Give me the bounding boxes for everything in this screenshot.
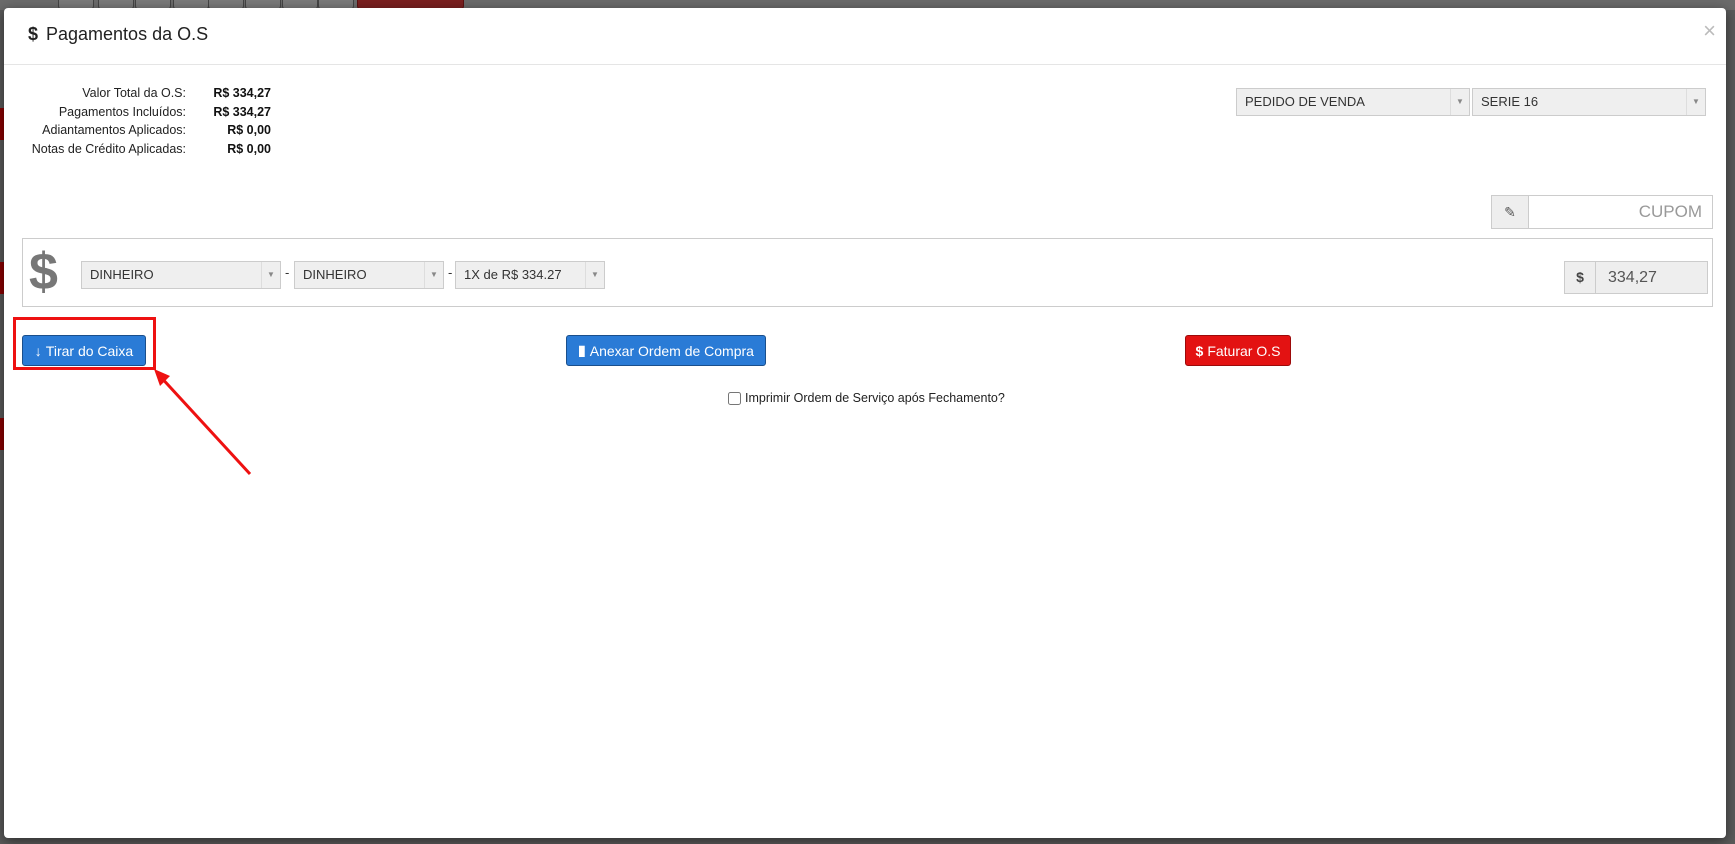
installments-value: 1X de R$ 334.27: [464, 267, 562, 282]
coupon-addon: ✎: [1491, 195, 1529, 229]
chevron-down-icon: ▼: [585, 262, 604, 288]
annotation-arrow-icon: [154, 369, 252, 476]
modal-title-text: Pagamentos da O.S: [46, 24, 209, 44]
payments-modal: $ Pagamentos da O.S × Valor Total da O.S…: [4, 8, 1726, 838]
currency-icon: $: [29, 243, 58, 301]
modal-title: $ Pagamentos da O.S: [28, 24, 208, 45]
payment-summary: Valor Total da O.S: R$ 334,27 Pagamentos…: [18, 84, 271, 158]
installments-select[interactable]: 1X de R$ 334.27 ▼: [455, 261, 605, 289]
separator: -: [285, 265, 290, 280]
file-icon: ▮: [578, 342, 586, 358]
chevron-down-icon: ▼: [1450, 89, 1469, 115]
summary-label: Notas de Crédito Aplicadas:: [31, 141, 186, 156]
series-value: SERIE 16: [1481, 94, 1539, 109]
payment-method-select[interactable]: DINHEIRO ▼: [81, 261, 281, 289]
coupon-input[interactable]: [1529, 195, 1713, 229]
dollar-icon: $: [28, 24, 39, 44]
summary-row: Valor Total da O.S: R$ 334,27: [18, 84, 271, 103]
modal-header: $ Pagamentos da O.S ×: [4, 8, 1726, 65]
payment-row: $ DINHEIRO ▼ - DINHEIRO ▼ - 1X de R$ 334…: [22, 238, 1713, 307]
summary-value: R$ 334,27: [213, 104, 271, 119]
print-after-close-option[interactable]: Imprimir Ordem de Serviço após Fechament…: [728, 391, 1005, 405]
print-after-close-label: Imprimir Ordem de Serviço após Fechament…: [745, 391, 1005, 405]
chevron-down-icon: ▼: [261, 262, 280, 288]
series-select[interactable]: SERIE 16 ▼: [1472, 88, 1706, 116]
summary-row: Notas de Crédito Aplicadas: R$ 0,00: [18, 140, 271, 159]
summary-label: Adiantamentos Aplicados:: [42, 123, 186, 137]
dollar-icon: $: [1195, 342, 1204, 359]
payment-submethod-select[interactable]: DINHEIRO ▼: [294, 261, 444, 289]
document-type-select[interactable]: PEDIDO DE VENDA ▼: [1236, 88, 1470, 116]
separator: -: [448, 265, 453, 280]
ticket-icon: ✎: [1504, 204, 1516, 220]
chevron-down-icon: ▼: [424, 262, 443, 288]
print-after-close-checkbox[interactable]: [728, 391, 741, 405]
chevron-down-icon: ▼: [1686, 89, 1705, 115]
summary-value: R$ 334,27: [213, 86, 271, 100]
summary-value: R$ 0,00: [227, 141, 271, 156]
summary-row: Pagamentos Incluídos: R$ 334,27: [18, 103, 271, 122]
summary-value: R$ 0,00: [227, 123, 271, 137]
amount-addon: $: [1564, 261, 1596, 294]
invoice-os-label: Faturar O.S: [1207, 342, 1281, 359]
close-button[interactable]: ×: [1703, 20, 1716, 42]
document-type-value: PEDIDO DE VENDA: [1245, 94, 1365, 109]
payment-method-value: DINHEIRO: [90, 267, 154, 282]
summary-row: Adiantamentos Aplicados: R$ 0,00: [18, 121, 271, 140]
summary-label: Pagamentos Incluídos:: [58, 104, 186, 119]
attach-purchase-order-label: Anexar Ordem de Compra: [589, 342, 754, 359]
summary-label: Valor Total da O.S:: [82, 86, 186, 100]
invoice-os-button[interactable]: $ Faturar O.S: [1185, 335, 1291, 366]
annotation-highlight-box: [13, 317, 156, 370]
amount-input[interactable]: [1596, 261, 1708, 294]
payment-submethod-value: DINHEIRO: [303, 267, 367, 282]
attach-purchase-order-button[interactable]: ▮ Anexar Ordem de Compra: [566, 335, 766, 366]
